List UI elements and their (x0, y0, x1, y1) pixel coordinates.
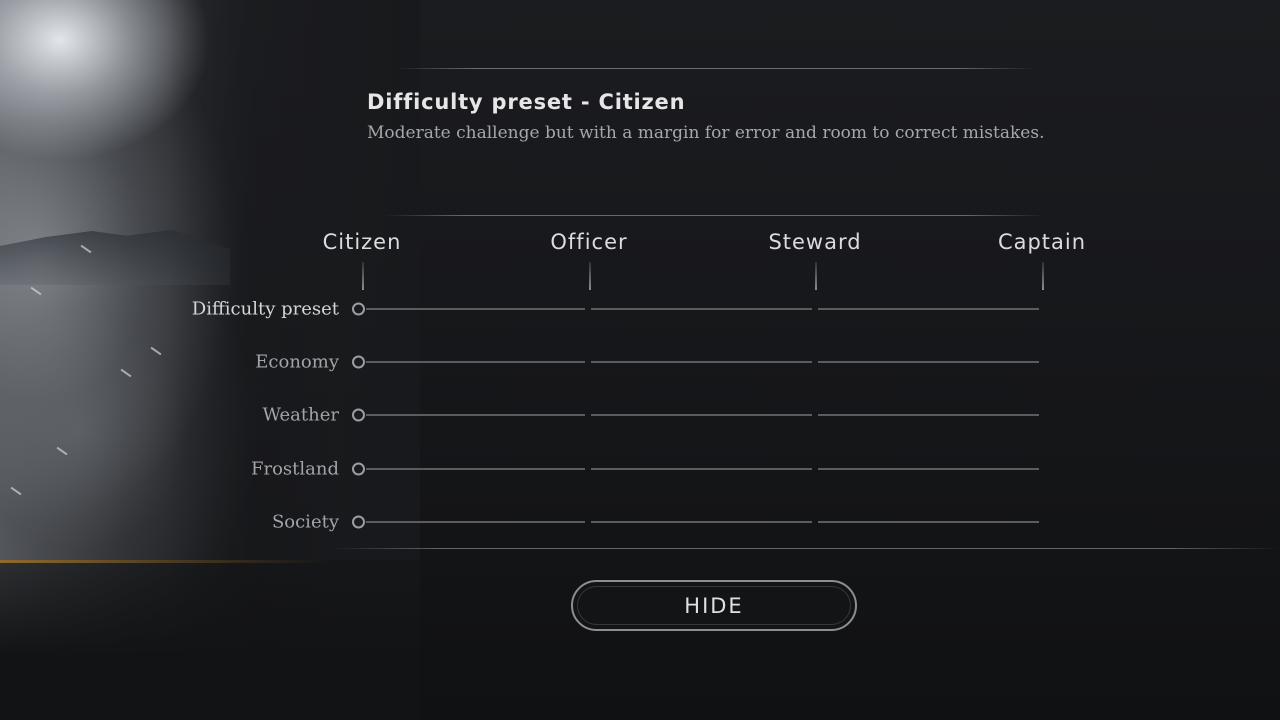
economy-slider-knob (352, 355, 365, 369)
row-label-weather: Weather (262, 404, 340, 426)
slider-track-segment (591, 414, 812, 416)
column-tick (815, 262, 817, 290)
column-officer: Officer (550, 230, 628, 254)
society-slider-knob (352, 515, 365, 529)
slider-track-segment (818, 308, 1039, 310)
column-tick (362, 262, 364, 290)
hide-button-label: HIDE (684, 593, 744, 618)
preset-title: Difficulty preset - Citizen (367, 90, 686, 114)
slider-track-segment (591, 361, 812, 363)
slider-track-segment (591, 468, 812, 470)
column-tick (589, 262, 591, 290)
difficulty-overview-screen: Difficulty preset - Citizen Moderate cha… (0, 0, 1280, 720)
slider-track-segment (366, 414, 585, 416)
preset-description: Moderate challenge but with a margin for… (367, 123, 1045, 143)
slider-track-segment (366, 468, 585, 470)
row-label-frostland: Frostland (250, 458, 339, 480)
difficulty-preset-slider-knob (352, 302, 365, 316)
slider-track-segment (818, 361, 1039, 363)
background-bottom-fade (0, 560, 420, 720)
column-captain: Captain (997, 230, 1087, 254)
footer-divider (330, 548, 1280, 549)
header-divider (385, 215, 1045, 216)
hide-button[interactable]: HIDE (571, 580, 857, 631)
slider-track-segment (818, 521, 1039, 523)
slider-track-segment (818, 414, 1039, 416)
slider-track-segment (591, 308, 812, 310)
slider-track-segment (591, 521, 812, 523)
frostland-slider-knob (352, 462, 365, 476)
amber-accent-line (0, 560, 330, 563)
slider-track-segment (818, 468, 1039, 470)
slider-track-segment (366, 521, 585, 523)
slider-track-segment (366, 361, 585, 363)
row-label-difficulty-preset: Difficulty preset (191, 298, 339, 320)
row-label-society: Society (271, 511, 339, 533)
slider-track-segment (366, 308, 585, 310)
weather-slider-knob (352, 408, 365, 422)
top-divider (395, 68, 1035, 69)
column-steward: Steward (768, 230, 862, 254)
column-citizen: Citizen (322, 230, 402, 254)
row-label-economy: Economy (255, 351, 339, 373)
column-tick (1042, 262, 1044, 290)
